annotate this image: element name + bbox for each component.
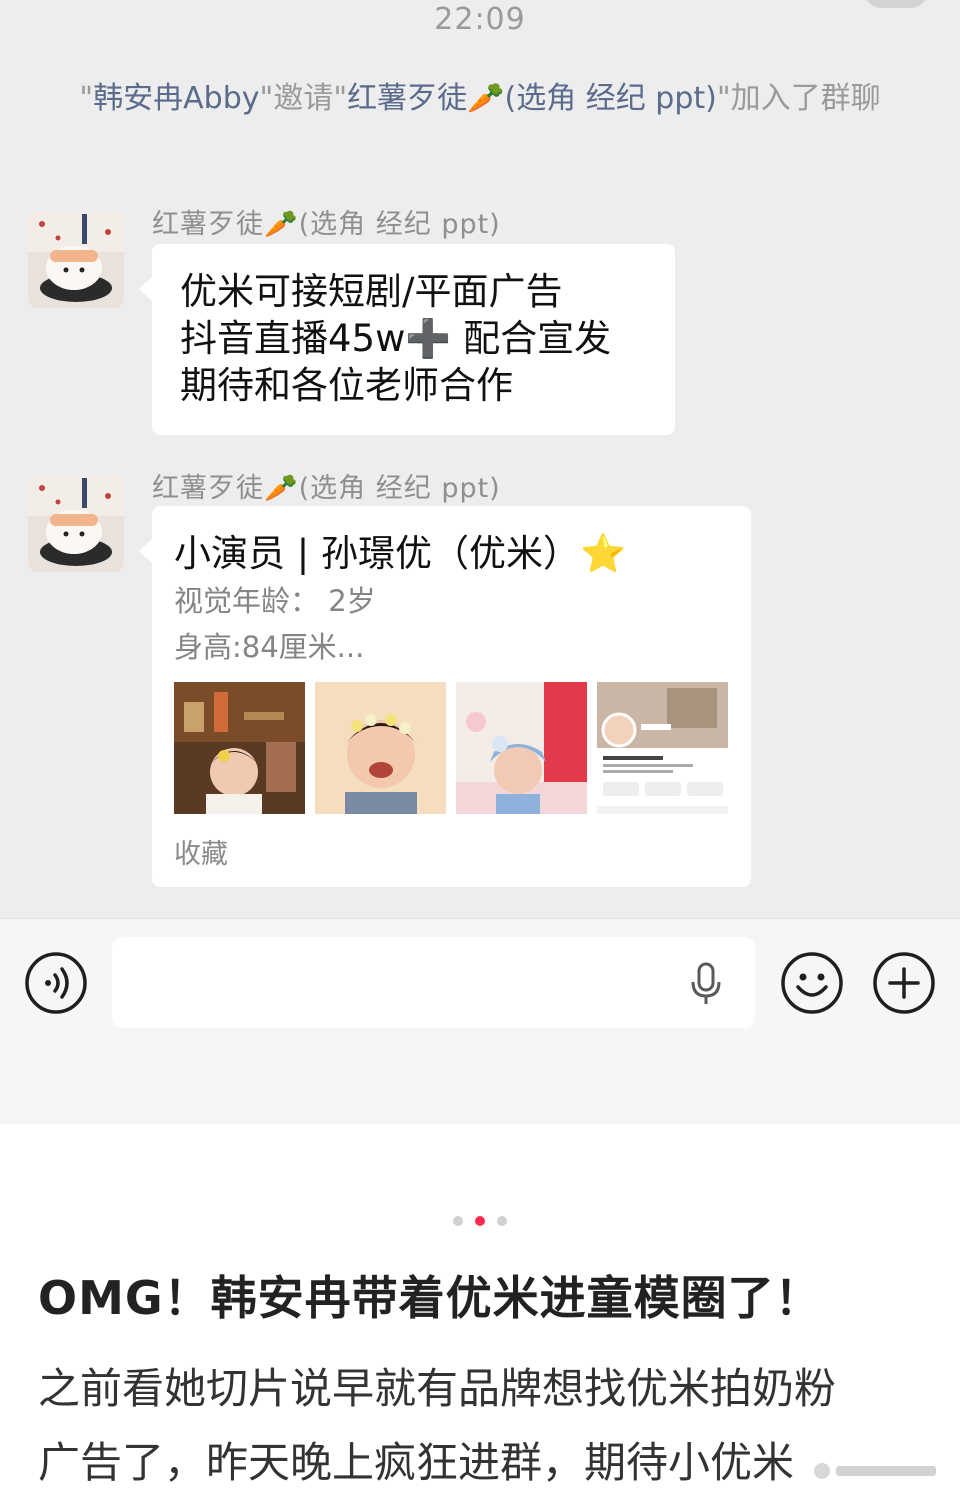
carousel-dot[interactable]: [453, 1216, 463, 1226]
watermark-logo: [802, 1452, 952, 1488]
photo-thumbnail[interactable]: [174, 682, 305, 814]
inviter-name[interactable]: 韩安冉Abby: [93, 81, 259, 116]
system-quote: ": [79, 81, 94, 116]
card-line: 视觉年龄： 2岁: [174, 584, 376, 618]
system-joined-text: "加入了群聊: [716, 81, 881, 116]
bubble-tail: [139, 538, 153, 564]
favorite-card[interactable]: 小演员 | 孙璟优（优米）⭐ 视觉年龄： 2岁 身高:84厘米... 收藏: [139, 506, 751, 887]
photo-thumbnail[interactable]: [315, 682, 446, 814]
carousel-dot-active[interactable]: [475, 1216, 485, 1226]
chat-input-bar: [0, 918, 960, 1124]
avatar[interactable]: [28, 476, 124, 572]
emoji-icon[interactable]: [780, 951, 844, 1015]
message-line: 抖音直播45w➕ 配合宣发: [180, 317, 612, 360]
chat-area: 22:09 "韩安冉Abby"邀请"红薯歹徒🥕(选角 经纪 ppt)"加入了群聊…: [0, 0, 960, 918]
microphone-icon[interactable]: [689, 962, 723, 1006]
card-title: 小演员 | 孙璟优（优米）⭐: [174, 532, 627, 575]
avatar[interactable]: [28, 212, 124, 308]
thumbnail-row: [174, 682, 730, 814]
message-input[interactable]: [112, 937, 755, 1028]
sender-name: 红薯歹徒🥕(选角 经纪 ppt): [152, 209, 501, 240]
plus-icon[interactable]: [872, 951, 936, 1015]
carousel-dot[interactable]: [497, 1216, 507, 1226]
bubble-tail: [139, 276, 153, 302]
sender-name: 红薯歹徒🥕(选角 经纪 ppt): [152, 473, 501, 504]
system-invite-text: "邀请": [259, 81, 348, 116]
profile-screenshot-thumbnail[interactable]: [597, 682, 728, 814]
card-line: 身高:84厘米...: [174, 630, 365, 664]
message-line: 优米可接短剧/平面广告: [180, 270, 563, 313]
message-bubble[interactable]: 优米可接短剧/平面广告 抖音直播45w➕ 配合宣发 期待和各位老师合作: [139, 244, 675, 435]
carousel-indicator: [0, 1216, 960, 1226]
message-line: 期待和各位老师合作: [180, 364, 513, 407]
photo-thumbnail[interactable]: [456, 682, 587, 814]
post-body-line: 之前看她切片说早就有品牌想找优米拍奶粉: [38, 1364, 837, 1413]
post-title: OMG！韩安冉带着优米进童模圈了！: [38, 1271, 822, 1325]
system-message: "韩安冉Abby"邀请"红薯歹徒🥕(选角 经纪 ppt)"加入了群聊: [60, 74, 900, 124]
invitee-name[interactable]: 红薯歹徒🥕(选角 经纪 ppt): [347, 81, 717, 116]
voice-icon[interactable]: [24, 951, 88, 1015]
chat-timestamp: 22:09: [434, 2, 526, 37]
card-source-label: 收藏: [174, 839, 228, 870]
